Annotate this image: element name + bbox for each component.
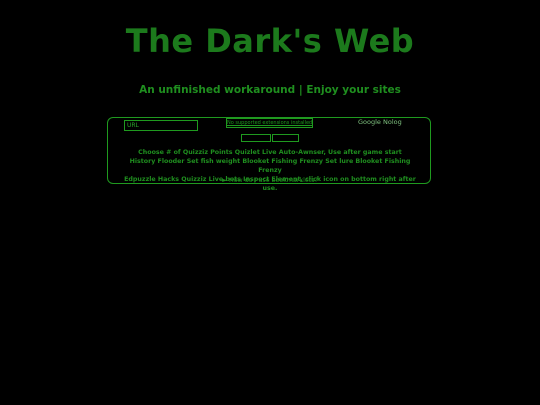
go-button[interactable]: [241, 134, 271, 142]
extension-select[interactable]: No supported extensions installed: [226, 118, 313, 128]
page: The Dark's Web An unfinished workaround …: [0, 0, 540, 405]
bookmarklet-link[interactable]: History Flooder: [130, 158, 185, 165]
bookmarklet-help-toggle[interactable]: ► How do I use bookmarklets?: [0, 177, 540, 184]
bookmarklet-link[interactable]: Set lure: [325, 158, 353, 165]
bookmarklet-list: Choose # of Quizziz Points Quizlet Live …: [120, 148, 420, 193]
options-button[interactable]: [272, 134, 299, 142]
bookmarklet-link[interactable]: Choose # of Quizziz Points: [138, 149, 232, 156]
bookmarklet-line-2: History Flooder Set fish weight Blooket …: [120, 157, 420, 175]
bookmarklet-help-label: How do I use bookmarklets?: [228, 177, 318, 184]
bookmarklet-link[interactable]: Set fish weight: [187, 158, 240, 165]
site-subtitle: An unfinished workaround | Enjoy your si…: [139, 84, 401, 96]
url-input[interactable]: [124, 120, 198, 131]
button-row: [241, 134, 299, 142]
search-engine-label[interactable]: Google Nolog: [358, 118, 402, 126]
bookmarklet-link[interactable]: Blooket Fishing Frenzy: [242, 158, 323, 165]
site-title: The Dark's Web: [125, 22, 415, 60]
bookmarklet-line-1: Choose # of Quizziz Points Quizlet Live …: [120, 148, 420, 157]
disclosure-triangle-icon: ►: [222, 177, 227, 184]
bookmarklet-link[interactable]: Quizlet Live Auto-Awnser, Use after game…: [235, 149, 402, 156]
